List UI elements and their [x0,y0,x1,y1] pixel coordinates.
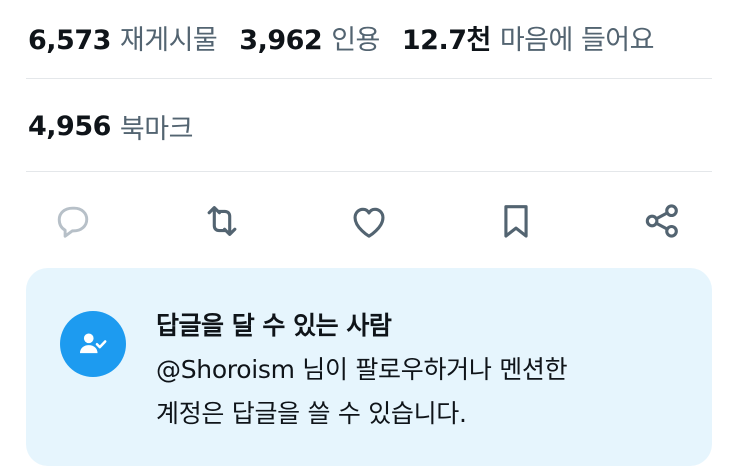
reply-button[interactable] [48,196,98,246]
mentioned-user-icon [60,311,126,377]
quotes-label: 인용 [331,24,380,56]
likes-count: 12.7천 [401,24,491,56]
divider [26,171,712,172]
retweet-icon [207,206,237,236]
share-button[interactable] [637,196,687,246]
description-line-2: 계정은 답글을 쓸 수 있습니다. [156,399,467,428]
reply-restriction-panel: 답글을 달 수 있는 사람 @Shoroism 님이 팔로우하거나 멘션한 계정… [26,268,712,466]
bookmark-button[interactable] [491,196,541,246]
likes-stat[interactable]: 12.7천 마음에 들어요 [401,18,655,57]
reply-restriction-description: @Shoroism 님이 팔로우하거나 멘션한 계정은 답글을 쓸 수 있습니다… [156,348,676,436]
bookmarks-count: 4,956 [28,110,111,142]
bookmark-icon [504,205,528,238]
engagement-stats: 6,573 재게시물 3,962 인용 12.7천 마음에 들어요 [28,14,676,60]
retweet-button[interactable] [197,196,247,246]
description-line-1: @Shoroism 님이 팔로우하거나 멘션한 [156,355,568,384]
quotes-stat[interactable]: 3,962 인용 [239,18,380,57]
quotes-count: 3,962 [239,24,323,56]
action-bar [0,190,736,252]
heart-icon [353,207,385,238]
reposts-count: 6,573 [28,24,111,56]
user-check-icon [79,333,107,354]
reply-icon [57,206,89,238]
like-button[interactable] [344,196,394,246]
reposts-stat[interactable]: 6,573 재게시물 [28,18,218,57]
divider [26,78,712,79]
reply-restriction-title: 답글을 달 수 있는 사람 [156,311,392,340]
reposts-label: 재게시물 [119,24,218,56]
likes-label: 마음에 들어요 [499,24,655,56]
bookmarks-stat[interactable]: 4,956 북마크 [28,103,193,149]
share-icon [645,204,678,238]
tweet-detail-footer: 6,573 재게시물 3,962 인용 12.7천 마음에 들어요 4,956 … [0,0,736,467]
bookmarks-label: 북마크 [119,113,194,145]
